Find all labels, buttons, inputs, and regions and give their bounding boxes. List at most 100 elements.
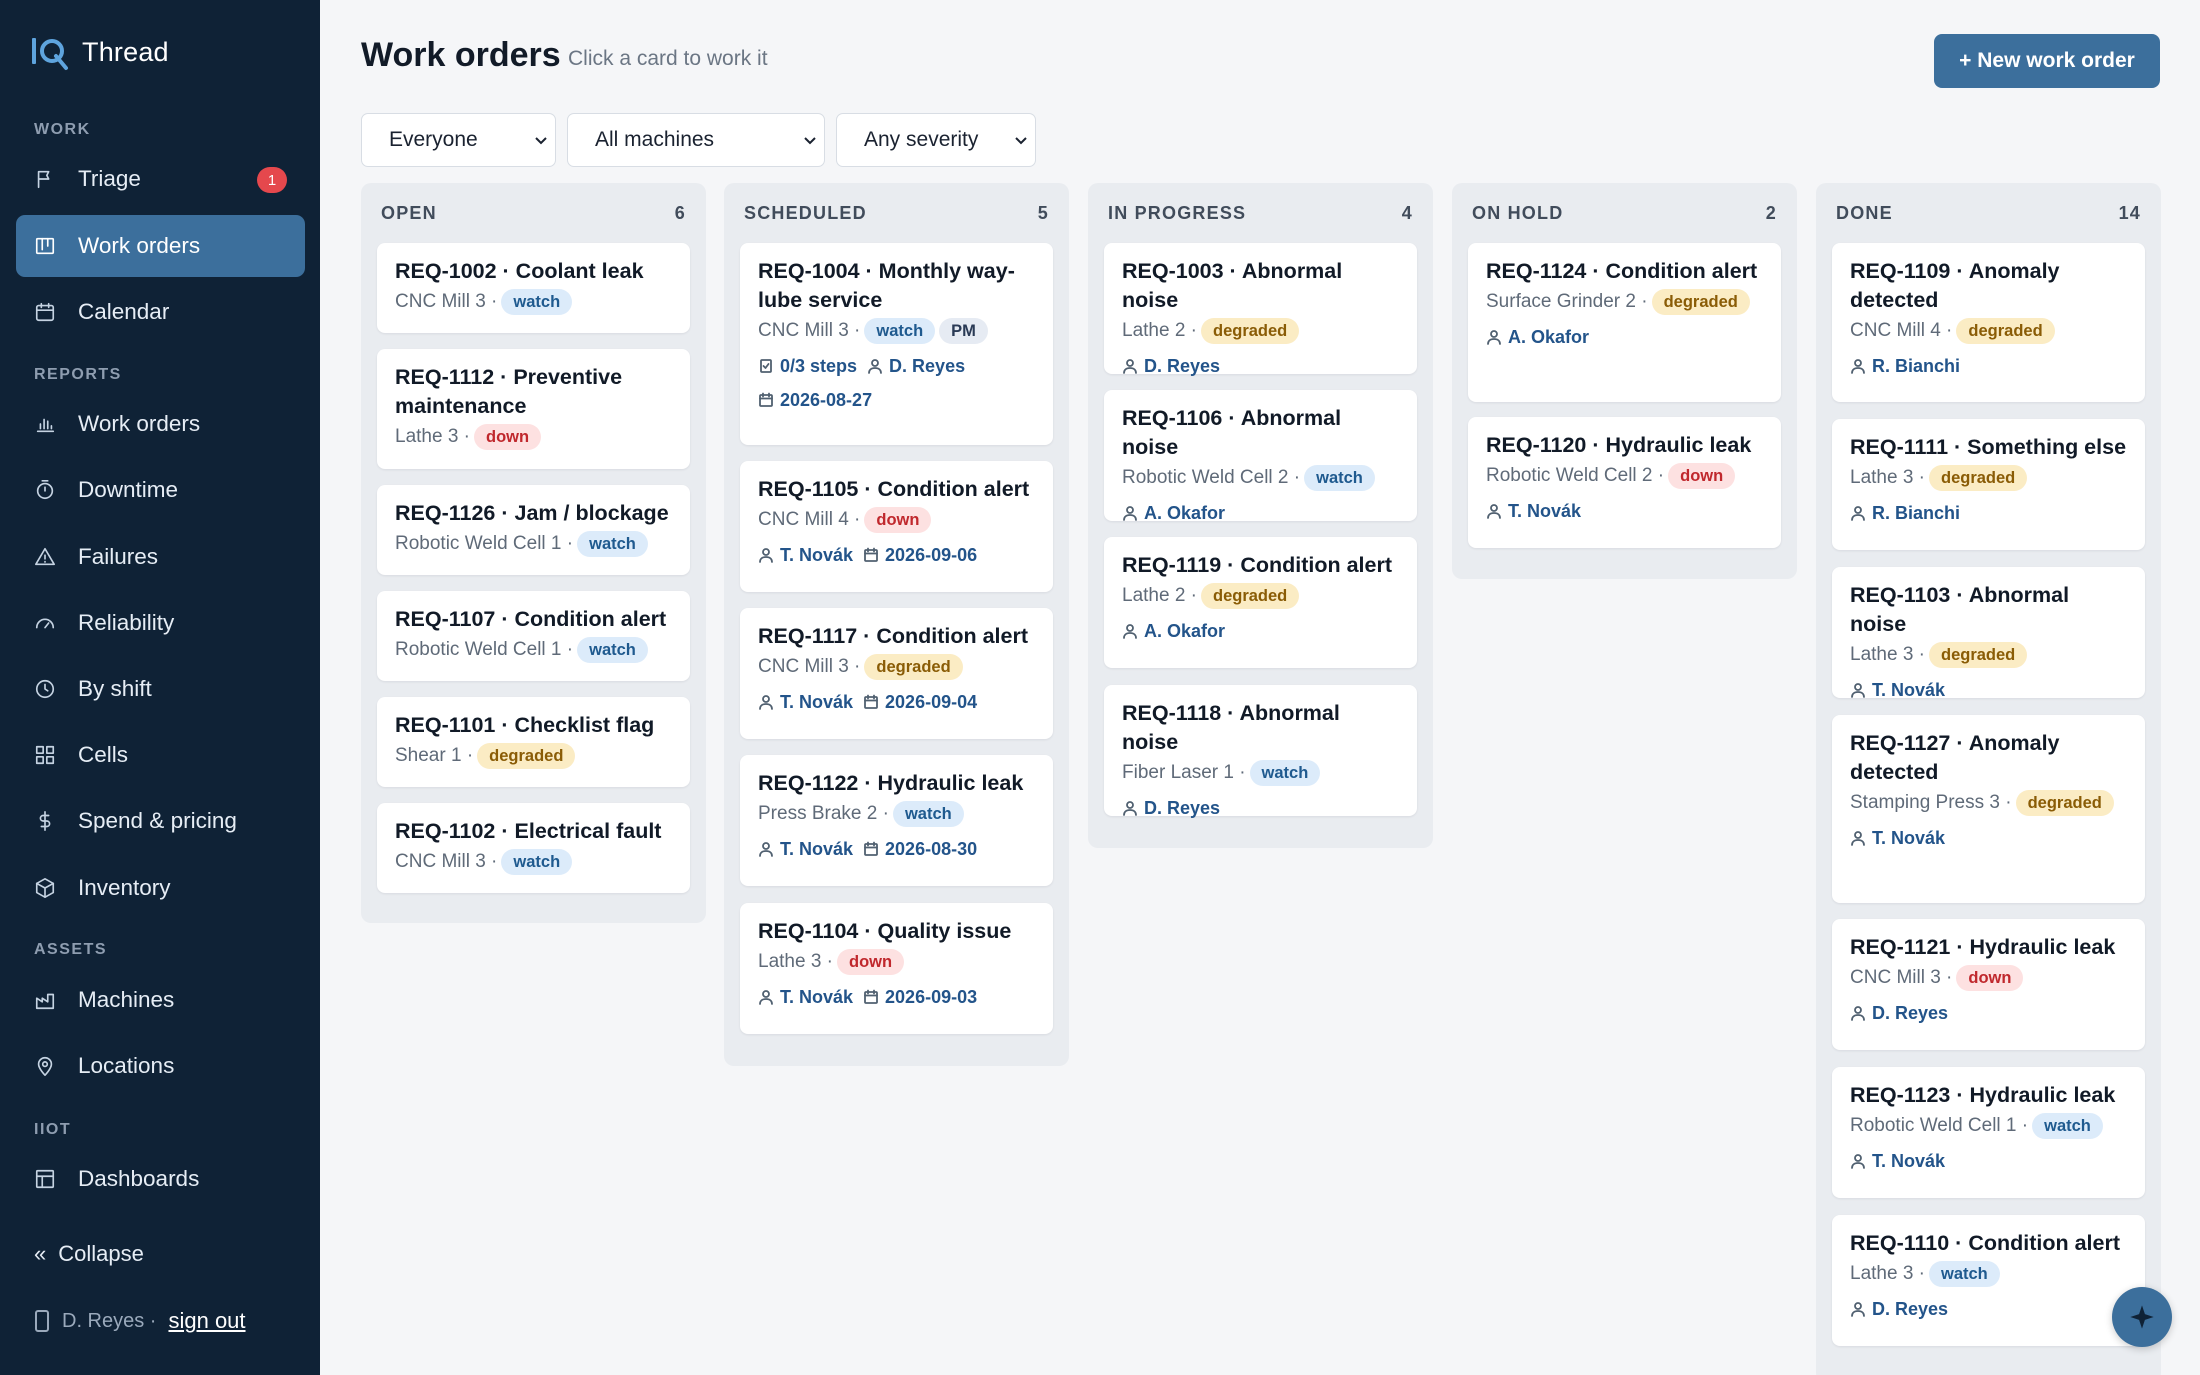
card-meta: CNC Mill 4 · degraded [1850,317,2127,345]
work-order-card[interactable]: REQ-1102 · Electrical fault CNC Mill 3 · w… [377,803,690,893]
sidebar-item-by-shift[interactable]: By shift [16,658,305,720]
work-order-card[interactable]: REQ-1101 · Checklist flag Shear 1 · degrad… [377,697,690,787]
work-order-card[interactable]: REQ-1107 · Condition alert Robotic Weld C… [377,591,690,681]
work-order-card[interactable]: REQ-1111 · Something else Lathe 3 · degrad… [1832,419,2145,550]
sidebar-item-spend-pricing[interactable]: Spend & pricing [16,790,305,852]
severity-badge: down [474,424,542,450]
work-order-card[interactable]: REQ-1110 · Condition alert Lathe 3 · watch… [1832,1215,2145,1346]
work-order-card[interactable]: REQ-1112 · Preventive maintenance Lathe 3… [377,349,690,469]
person-icon [759,842,773,857]
assignee: T. Novák [1508,501,1582,521]
card-title: REQ-1111 · Something else [1850,435,2127,459]
sidebar-item-reliability[interactable]: Reliability [16,592,305,654]
assignee: D. Reyes [1872,1003,1949,1023]
machine-name: CNC Mill 3 · [758,656,861,677]
work-order-card[interactable]: REQ-1123 · Hydraulic leak Robotic Weld Ce… [1832,1067,2145,1198]
severity-badge: watch [501,849,573,875]
collapse-label: Collapse [58,1241,144,1266]
card-meta: Shear 1 · degraded [395,742,672,770]
calendar-icon [864,694,878,709]
assignee: A. Okafor [1144,503,1226,523]
machine-name: Surface Grinder 2 · [1486,291,1648,312]
work-order-card[interactable]: REQ-1127 · Anomaly detected Stamping Pres… [1832,715,2145,903]
assignee: T. Novák [780,987,854,1007]
work-order-card[interactable]: REQ-1120 · Hydraulic leak Robotic Weld Ce… [1468,417,1781,548]
work-order-card[interactable]: REQ-1004 · Monthly way-lube service CNC M… [740,243,1053,445]
column-count: 4 [1401,203,1413,223]
work-order-card[interactable]: REQ-1106 · Abnormal noise Robotic Weld Ce… [1104,390,1417,523]
due-date: 2026-08-27 [780,390,873,410]
collapse-button[interactable]: « Collapse [34,1241,144,1267]
sidebar-item-report-work-orders[interactable]: Work orders [16,393,305,455]
machine-name: CNC Mill 3 · [758,320,861,341]
work-order-card[interactable]: REQ-1103 · Abnormal noise Lathe 3 · degrad… [1832,567,2145,700]
machine-filter-value: All machines [595,128,715,151]
sidebar-item-failures[interactable]: Failures [16,526,305,588]
work-order-card[interactable]: REQ-1121 · Hydraulic leak CNC Mill 3 · dow… [1832,919,2145,1050]
card-title: REQ-1119 · Condition alert [1122,553,1392,577]
card-title: REQ-1120 · Hydraulic leak [1486,433,1752,457]
sidebar-item-label: Dashboards [78,1166,200,1191]
calendar-icon [864,841,878,856]
work-order-card[interactable]: REQ-1104 · Quality issue Lathe 3 · down T. … [740,903,1053,1034]
severity-badge: watch [864,318,936,344]
assignee-filter[interactable]: Everyone [361,113,556,167]
brand[interactable]: Thread [30,32,169,72]
sidebar-item-label: Cells [78,742,129,767]
sidebar-item-locations[interactable]: Locations [16,1035,305,1097]
column-header: OPEN 6 [381,203,686,224]
column-title: ON HOLD [1472,203,1564,223]
severity-badge: degraded [2015,790,2114,816]
card-meta: CNC Mill 3 · degraded [758,653,1035,681]
work-order-card[interactable]: REQ-1119 · Condition alert Lathe 2 · degra… [1104,537,1417,668]
person-icon [1487,330,1501,345]
sidebar-item-calendar[interactable]: Calendar [16,281,305,343]
work-order-card[interactable]: REQ-1117 · Condition alert CNC Mill 3 · de… [740,608,1053,739]
work-order-card[interactable]: REQ-1109 · Anomaly detected CNC Mill 4 · d… [1832,243,2145,402]
sidebar-item-label: Work orders [78,411,201,436]
machine-name: CNC Mill 4 · [1850,320,1953,341]
column-count: 2 [1765,203,1777,223]
person-icon [759,695,773,710]
calendar-icon [759,392,773,407]
card-title: REQ-1110 · Condition alert [1850,1231,2120,1255]
chevron-down-icon [1015,137,1027,145]
assistant-button[interactable] [2112,1287,2172,1347]
sidebar-item-downtime[interactable]: Downtime [16,459,305,521]
chevron-down-icon [804,137,816,145]
sidebar-item-work-orders[interactable]: Work orders [16,215,305,277]
sidebar-item-label: Machines [78,987,175,1012]
card-title: REQ-1118 · Abnormal noise [1122,701,1340,754]
person-icon [1487,504,1501,519]
work-order-card[interactable]: REQ-1118 · Abnormal noise Fiber Laser 1 ·… [1104,685,1417,818]
work-order-card[interactable]: REQ-1002 · Coolant leak CNC Mill 3 · watch [377,243,690,333]
sign-out-link[interactable]: sign out [168,1308,245,1334]
card-title: REQ-1105 · Condition alert [758,477,1030,501]
card-title: REQ-1103 · Abnormal noise [1850,583,2070,636]
bar-chart-icon [34,413,56,435]
sidebar-item-dashboards[interactable]: Dashboards [16,1148,305,1210]
sidebar-item-inventory[interactable]: Inventory [16,857,305,919]
section-assets: ASSETS [34,941,108,958]
work-order-card[interactable]: REQ-1124 · Condition alert Surface Grinde… [1468,243,1781,402]
sidebar-item-triage[interactable]: Triage 1 [16,148,305,210]
machine-filter[interactable]: All machines [567,113,825,167]
sidebar-item-cells[interactable]: Cells [16,724,305,786]
severity-filter[interactable]: Any severity [836,113,1036,167]
double-chevron-left-icon: « [34,1241,47,1266]
work-order-card[interactable]: REQ-1122 · Hydraulic leak Press Brake 2 ·… [740,755,1053,886]
sidebar-item-label: Locations [78,1053,175,1078]
column-title: IN PROGRESS [1108,203,1247,223]
logo-icon [32,38,68,70]
work-order-card[interactable]: REQ-1003 · Abnormal noise Lathe 2 · degrad… [1104,243,1417,376]
severity-badge: down [837,949,905,975]
assignee: D. Reyes [889,356,966,376]
work-order-card[interactable]: REQ-1105 · Condition alert CNC Mill 4 · do… [740,461,1053,592]
work-order-card[interactable]: REQ-1126 · Jam / blockage Robotic Weld Ce… [377,485,690,575]
card-title: REQ-1109 · Anomaly detected [1850,259,2060,312]
sidebar-item-machines[interactable]: Machines [16,969,305,1031]
board-column: IN PROGRESS 4 REQ-1003 · Abnormal noise Lat… [1088,183,1433,848]
chevron-down-icon [535,137,547,145]
new-work-order-button[interactable]: + New work order [1934,34,2160,88]
card-meta: Stamping Press 3 · degraded [1850,789,2127,817]
